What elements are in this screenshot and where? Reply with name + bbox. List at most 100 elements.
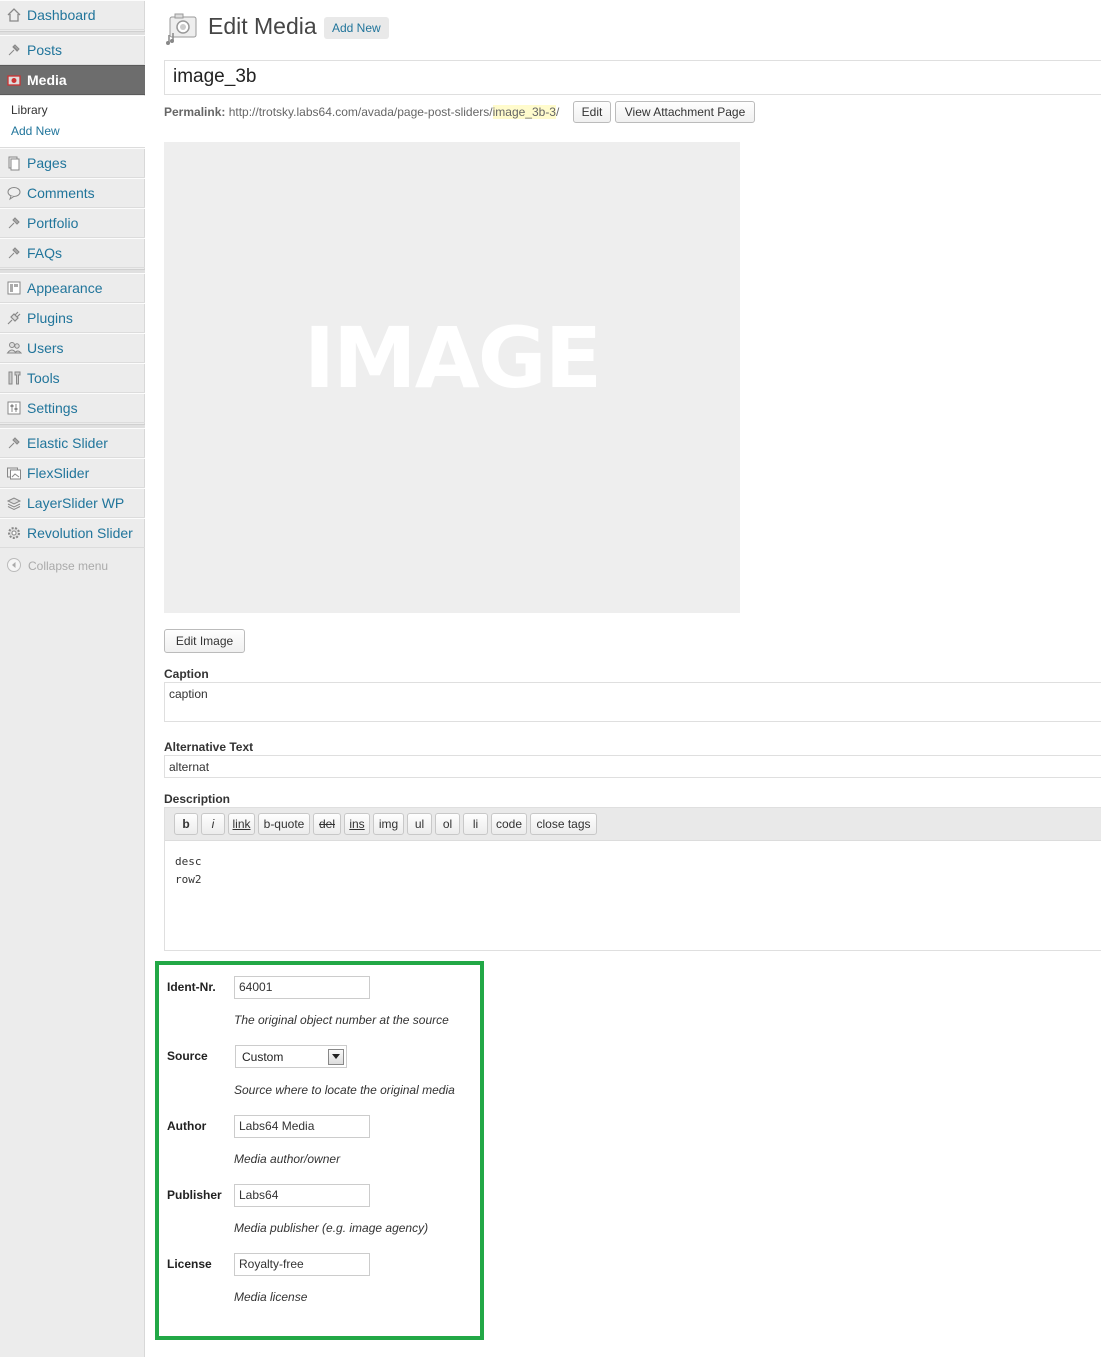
sidebar-item-label: Elastic Slider [27, 435, 108, 451]
description-textarea[interactable]: desc row2 [165, 841, 1101, 901]
sidebar-item-pages[interactable]: Pages [0, 148, 145, 178]
add-new-button[interactable]: Add New [324, 17, 389, 39]
pages-icon [6, 155, 22, 171]
license-input[interactable]: Royalty-free [234, 1253, 370, 1276]
source-label: Source [167, 1049, 208, 1063]
alt-text-input[interactable]: alternat [164, 755, 1101, 778]
sidebar-item-dashboard[interactable]: Dashboard [0, 0, 145, 30]
description-line: desc [175, 855, 202, 868]
description-label: Description [164, 792, 231, 806]
layers-icon [6, 495, 22, 511]
publisher-label: Publisher [167, 1188, 222, 1202]
sidebar-item-label: Users [27, 340, 64, 356]
page-title: Edit Media [208, 13, 317, 39]
author-input[interactable]: Labs64 Media [234, 1115, 370, 1138]
caption-textarea[interactable]: caption [164, 682, 1101, 722]
sidebar-item-posts[interactable]: Posts [0, 35, 145, 65]
pin-icon [6, 245, 22, 261]
sidebar-item-comments[interactable]: Comments [0, 178, 145, 208]
sidebar-item-media[interactable]: Media [0, 65, 145, 95]
sidebar-item-label: Appearance [27, 280, 103, 296]
home-icon [6, 7, 22, 23]
sidebar-item-label: Plugins [27, 310, 73, 326]
sidebar-item-layerslider[interactable]: LayerSlider WP [0, 488, 145, 518]
permalink-label: Permalink: [164, 105, 226, 119]
source-select-value: Custom [242, 1049, 284, 1064]
permalink-base[interactable]: http://trotsky.labs64.com/avada/page-pos… [229, 105, 493, 119]
sidebar-item-plugins[interactable]: Plugins [0, 303, 145, 333]
sidebar-item-portfolio[interactable]: Portfolio [0, 208, 145, 238]
tools-icon [6, 370, 22, 386]
ident-nr-label: Ident-Nr. [167, 980, 216, 994]
qt-img-button[interactable]: img [373, 813, 404, 835]
image-placeholder-text: IMAGE [303, 308, 602, 407]
view-attachment-button[interactable]: View Attachment Page [615, 101, 755, 123]
qt-ins-button[interactable]: ins [344, 813, 370, 835]
media-icon [6, 72, 22, 88]
author-label: Author [167, 1119, 207, 1133]
qt-code-button[interactable]: code [491, 813, 527, 835]
qt-ol-button[interactable]: ol [435, 813, 460, 835]
collapse-menu-label: Collapse menu [28, 559, 109, 573]
sidebar-item-flexslider[interactable]: FlexSlider [0, 458, 145, 488]
media-page-icon [164, 11, 200, 47]
comments-icon [6, 185, 22, 201]
sidebar-item-label: LayerSlider WP [27, 495, 125, 511]
publisher-input[interactable]: Labs64 [234, 1184, 370, 1207]
collapse-arrow-icon [6, 557, 22, 576]
submenu-add-new[interactable]: Add New [11, 124, 60, 138]
quicktags-toolbar: b i link b-quote del ins img ul ol li co… [165, 808, 1101, 841]
qt-italic-button[interactable]: i [201, 813, 225, 835]
sidebar-item-label: FlexSlider [27, 465, 90, 481]
sidebar-item-settings[interactable]: Settings [0, 393, 145, 423]
publisher-help: Media publisher (e.g. image agency) [234, 1221, 429, 1235]
sidebar-item-appearance[interactable]: Appearance [0, 273, 145, 303]
sidebar-item-tools[interactable]: Tools [0, 363, 145, 393]
source-select[interactable]: Custom [235, 1045, 347, 1068]
sidebar-item-revolution-slider[interactable]: Revolution Slider [0, 518, 145, 548]
users-icon [6, 340, 22, 356]
sidebar-item-label: FAQs [27, 245, 63, 261]
sidebar-item-label: Settings [27, 400, 78, 416]
ident-nr-help: The original object number at the source [234, 1013, 449, 1027]
sidebar-item-label: Media [27, 72, 67, 88]
permalink-edit-button[interactable]: Edit [573, 101, 611, 123]
author-help: Media author/owner [234, 1152, 341, 1166]
settings-icon [6, 400, 22, 416]
sidebar-item-label: Comments [27, 185, 95, 201]
appearance-icon [6, 280, 22, 296]
sidebar-item-elastic-slider[interactable]: Elastic Slider [0, 428, 145, 458]
license-label: License [167, 1257, 212, 1271]
plugins-icon [6, 310, 22, 326]
chevron-down-icon[interactable] [328, 1048, 344, 1065]
sidebar-item-users[interactable]: Users [0, 333, 145, 363]
ident-nr-input[interactable]: 64001 [234, 976, 370, 999]
qt-close-tags-button[interactable]: close tags [530, 813, 597, 835]
qt-blockquote-button[interactable]: b-quote [258, 813, 310, 835]
sidebar-item-label: Posts [27, 42, 63, 58]
permalink-slug[interactable]: image_3b-3 [492, 105, 556, 119]
qt-del-button[interactable]: del [313, 813, 341, 835]
sidebar-item-label: Portfolio [27, 215, 79, 231]
source-help: Source where to locate the original medi… [234, 1083, 455, 1097]
submenu-library[interactable]: Library [11, 103, 48, 117]
qt-bold-button[interactable]: b [174, 813, 198, 835]
pin-icon [6, 215, 22, 231]
permalink-trail: / [555, 105, 560, 119]
permalink-row: Permalink: http://trotsky.labs64.com/ava… [164, 105, 559, 119]
title-input[interactable]: image_3b [164, 60, 1101, 95]
license-help: Media license [234, 1290, 308, 1304]
qt-link-button[interactable]: link [228, 813, 255, 835]
sidebar-item-label: Revolution Slider [27, 525, 133, 541]
sidebar-item-faqs[interactable]: FAQs [0, 238, 145, 268]
pin-icon [6, 42, 22, 58]
qt-ul-button[interactable]: ul [407, 813, 432, 835]
description-line: row2 [175, 873, 202, 886]
qt-li-button[interactable]: li [463, 813, 488, 835]
pin-icon [6, 435, 22, 451]
edit-image-button[interactable]: Edit Image [164, 629, 245, 653]
description-editor: b i link b-quote del ins img ul ol li co… [164, 807, 1101, 951]
sidebar-item-label: Tools [27, 370, 60, 386]
collapse-menu-button[interactable]: Collapse menu [0, 556, 145, 576]
sidebar-item-label: Dashboard [27, 7, 96, 23]
